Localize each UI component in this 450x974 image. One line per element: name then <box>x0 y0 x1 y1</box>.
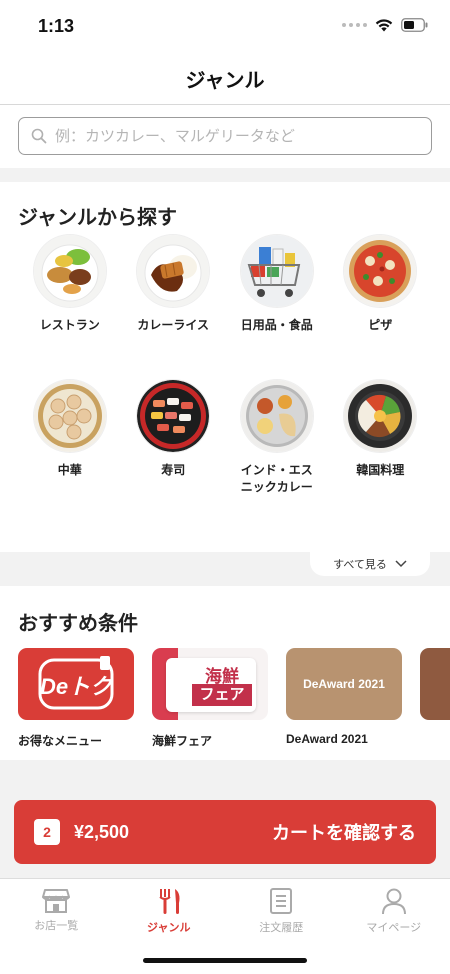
cart-count-badge: 2 <box>34 819 60 845</box>
genre-label: インド・エスニックカレー <box>240 463 313 494</box>
genre-grid: レストラン カレーライス 日用品・食品 ピザ 中華 寿司 インド・エスニックカレ… <box>18 235 432 505</box>
tab-label: 注文履歴 <box>259 922 304 934</box>
pizza-icon <box>344 235 417 307</box>
recommend-item-deals[interactable]: Deトク お得なメニュー <box>18 648 134 749</box>
recommend-label: お得なメニュー <box>18 734 103 748</box>
recommend-item-seafood-fair[interactable]: 海鮮 フェア 海鮮フェア <box>152 648 268 749</box>
genre-label: ピザ <box>368 318 393 332</box>
chevron-down-icon <box>395 560 407 568</box>
genre-item-daily-goods[interactable]: 日用品・食品 <box>225 235 329 360</box>
recommend-carousel[interactable]: Deトク お得なメニュー 海鮮 フェア 海鮮フェア DeAward 2021 D… <box>18 648 450 749</box>
home-indicator <box>143 958 307 963</box>
deaward-card-text: DeAward 2021 <box>303 677 385 691</box>
genre-section-title: ジャンルから探す <box>18 207 177 229</box>
cart-total-price: ¥2,500 <box>74 821 130 842</box>
tab-label: ジャンル <box>147 922 191 934</box>
recommend-item-partial[interactable] <box>420 648 450 749</box>
genre-label: 寿司 <box>161 463 186 477</box>
svg-text:Deトク: Deトク <box>40 674 114 699</box>
genre-label: カレーライス <box>137 318 210 332</box>
receipt-icon <box>270 888 293 914</box>
cellular-signal-icon <box>342 23 367 27</box>
genre-item-curry[interactable]: カレーライス <box>122 235 226 360</box>
deaward-card: DeAward 2021 <box>286 648 402 720</box>
recommend-item-deaward[interactable]: DeAward 2021 DeAward 2021 <box>286 648 402 749</box>
tab-store-list[interactable]: お店一覧 <box>0 879 113 974</box>
genre-item-chinese[interactable]: 中華 <box>18 380 122 505</box>
recommend-label: 海鮮フェア <box>152 734 213 748</box>
search-icon <box>31 128 47 144</box>
store-icon <box>42 889 71 913</box>
tab-label: お店一覧 <box>34 920 79 932</box>
cart-cta-label: カートを確認する <box>272 823 416 843</box>
shopping-cart-icon <box>240 235 313 307</box>
recommend-label: DeAward 2021 <box>286 732 368 746</box>
view-cart-button[interactable]: 2 ¥2,500 カートを確認する <box>14 800 436 864</box>
detoku-logo-icon: Deトク <box>38 656 114 710</box>
restaurant-plate-icon <box>33 235 106 307</box>
genre-label: 韓国料理 <box>356 463 405 477</box>
partial-card <box>420 648 450 720</box>
tab-my-page[interactable]: マイページ <box>338 879 450 974</box>
battery-icon <box>401 18 428 32</box>
search-input[interactable] <box>55 127 395 145</box>
seafood-fair-card: 海鮮 フェア <box>152 648 268 720</box>
page-title: ジャンル <box>185 70 265 92</box>
genre-label: レストラン <box>39 318 100 332</box>
genre-label: 日用品・食品 <box>240 318 313 332</box>
search-box[interactable] <box>18 117 432 155</box>
genre-item-sushi[interactable]: 寿司 <box>122 380 226 505</box>
dim-sum-steamer-icon <box>33 380 106 452</box>
genre-item-pizza[interactable]: ピザ <box>329 235 433 360</box>
status-bar: 1:13 <box>0 0 450 56</box>
genre-item-restaurant[interactable]: レストラン <box>18 235 122 360</box>
person-icon <box>381 888 406 915</box>
fork-knife-icon <box>159 889 180 914</box>
genre-item-indian[interactable]: インド・エスニックカレー <box>225 380 329 505</box>
tab-label: マイページ <box>366 922 422 934</box>
indian-thali-icon <box>240 380 313 452</box>
see-all-label: すべて見る <box>333 559 387 571</box>
deals-card: Deトク <box>18 648 134 720</box>
sushi-platter-icon <box>137 380 210 452</box>
recommend-section-title: おすすめ条件 <box>18 613 138 635</box>
genre-item-korean[interactable]: 韓国料理 <box>329 380 433 505</box>
nav-divider <box>0 104 450 105</box>
seafood-card-bottom: フェア <box>192 684 252 706</box>
bibimbap-bowl-icon <box>344 380 417 452</box>
section-divider <box>0 168 450 182</box>
status-time: 1:13 <box>38 16 75 36</box>
see-all-button[interactable]: すべて見る <box>310 552 430 576</box>
curry-rice-plate-icon <box>137 235 210 307</box>
wifi-icon <box>375 18 393 31</box>
genre-label: 中華 <box>57 463 82 477</box>
